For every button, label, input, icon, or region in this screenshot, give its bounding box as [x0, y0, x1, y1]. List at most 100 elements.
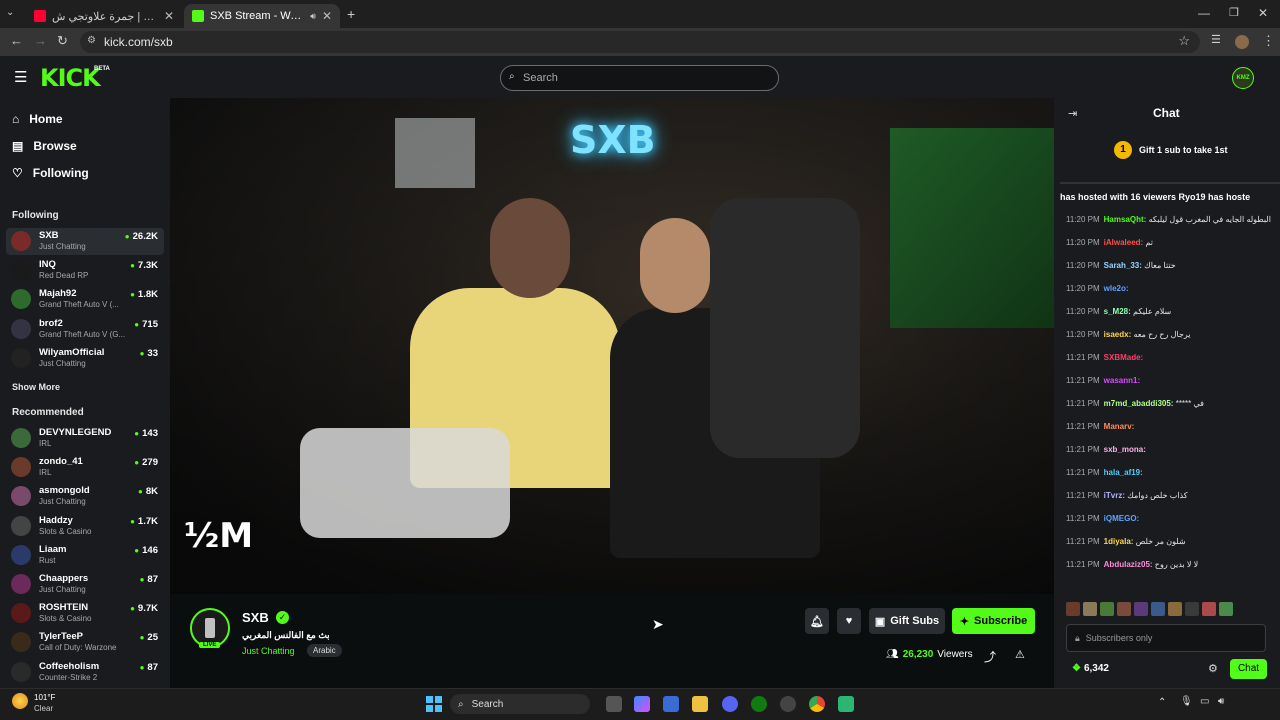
emote-icon[interactable] [1117, 602, 1131, 616]
chat-username[interactable]: Abdulaziz05: [1104, 560, 1153, 569]
chat-message[interactable]: 11:21 PM m7md_abaddi305: ***** في [1066, 399, 1271, 409]
chat-username[interactable]: iQMEGO: [1104, 514, 1140, 523]
chrome-icon[interactable] [809, 696, 825, 712]
emote-icon[interactable] [1219, 602, 1233, 616]
chat-username[interactable]: Sarah_33: [1104, 261, 1142, 270]
hamburger-menu-icon[interactable]: ☰ [14, 68, 27, 86]
emote-icon[interactable] [1202, 602, 1216, 616]
chat-message[interactable]: 11:21 PM hala_af19: [1066, 468, 1271, 478]
microphone-icon[interactable]: 🎙︎ [1180, 696, 1193, 707]
chat-username[interactable]: sxb_mona: [1104, 445, 1146, 454]
channel-tylerteep[interactable]: TylerTeePCall of Duty: Warzone 25 [6, 629, 164, 656]
nav-following[interactable]: ♡ Following [12, 166, 89, 180]
emote-icon[interactable] [1083, 602, 1097, 616]
channel-majah92[interactable]: Majah92Grand Theft Auto V (... 1.8K [6, 286, 164, 313]
chat-username[interactable]: iTvrz: [1104, 491, 1125, 500]
chat-send-button[interactable]: Chat [1230, 659, 1267, 679]
chat-message[interactable]: 11:21 PM wasann1: [1066, 376, 1271, 386]
search-input[interactable]: ⌕ Search [500, 65, 779, 91]
channel-chaappers[interactable]: ChaappersJust Chatting 87 [6, 571, 164, 598]
channel-haddzy[interactable]: HaddzySlots & Casino 1.7K [6, 513, 164, 540]
browser-tab-kick[interactable]: SXB Stream - Watch Live on Kick 🔊︎ ✕ [184, 4, 340, 28]
channel-brof2[interactable]: brof2Grand Theft Auto V (G... 715 [6, 316, 164, 343]
new-tab-button[interactable]: + [347, 6, 355, 22]
channel-inq[interactable]: INQRed Dead RP 7.3K [6, 257, 164, 284]
emote-icon[interactable] [1066, 602, 1080, 616]
gift-subs-button[interactable]: ▣ Gift Subs [869, 608, 945, 634]
store-icon[interactable] [663, 696, 679, 712]
bookmark-star-icon[interactable]: ☆ [1178, 33, 1190, 49]
chat-username[interactable]: wle2o: [1104, 284, 1129, 293]
nav-browse[interactable]: ▤ Browse [12, 139, 77, 153]
close-tab-icon[interactable]: ✕ [322, 9, 332, 23]
chat-message[interactable]: 11:20 PM Sarah_33: ختتا معاك [1066, 261, 1271, 271]
whatsapp-icon[interactable] [838, 696, 854, 712]
channel-liaam[interactable]: LiaamRust 146 [6, 542, 164, 569]
chat-username[interactable]: SXBMade: [1104, 353, 1144, 362]
emote-icon[interactable] [1185, 602, 1199, 616]
copilot-icon[interactable] [634, 696, 650, 712]
streamer-name[interactable]: SXB [242, 610, 269, 625]
chat-username[interactable]: iAlwaleed: [1104, 238, 1144, 247]
chat-message[interactable]: 11:20 PM iAlwaleed: تم [1066, 238, 1271, 248]
maximize-window-icon[interactable]: ❐ [1229, 6, 1239, 19]
weather-icon[interactable] [12, 693, 28, 709]
chat-message[interactable]: 11:20 PM HamsaQht: البطوله الجايه في المغ… [1066, 215, 1271, 225]
stream-category-link[interactable]: Just Chatting [242, 646, 295, 656]
collapse-chat-icon[interactable]: ⇥ [1068, 107, 1077, 120]
show-more-link[interactable]: Show More [12, 382, 60, 392]
emote-icon[interactable] [1100, 602, 1114, 616]
chat-message[interactable]: 11:21 PM 1diyala: شلون مر خلص [1066, 537, 1271, 547]
chat-username[interactable]: m7md_abaddi305: [1104, 399, 1174, 408]
tray-overflow-icon[interactable]: ⌃ [1158, 697, 1166, 708]
chat-username[interactable]: hala_af19: [1104, 468, 1143, 477]
channel-devynlegend[interactable]: DEVYNLEGENDIRL 143 [6, 425, 164, 452]
reload-icon[interactable]: ↻ [57, 33, 68, 49]
chat-message[interactable]: 11:21 PM SXBMade: [1066, 353, 1271, 363]
chat-message[interactable]: 11:20 PM s_M28: سلام عليكم [1066, 307, 1271, 317]
chat-message[interactable]: 11:21 PM Abdulaziz05: لا لا بدين روح [1066, 560, 1271, 570]
user-avatar[interactable]: KMZ [1232, 67, 1254, 89]
reading-list-icon[interactable]: ☰ [1211, 33, 1221, 46]
chat-message[interactable]: 11:21 PM sxb_mona: [1066, 445, 1271, 455]
taskbar-search[interactable]: ⌕ Search [450, 694, 590, 714]
chat-username[interactable]: Manarv: [1104, 422, 1135, 431]
gift-leaderboard-banner[interactable]: Gift 1 sub to take 1st [1139, 145, 1228, 155]
close-tab-icon[interactable]: ✕ [164, 9, 174, 23]
discord-icon[interactable] [722, 696, 738, 712]
channel-asmongold[interactable]: asmongoldJust Chatting 8K [6, 483, 164, 510]
language-tag[interactable]: Arabic [307, 644, 342, 657]
forward-icon[interactable]: → [34, 33, 47, 48]
chat-message[interactable]: 11:21 PM iQMEGO: [1066, 514, 1271, 524]
follow-button[interactable]: ♥ [837, 608, 861, 634]
address-bar[interactable]: ⚙ kick.com/sxb ☆ [80, 31, 1200, 53]
file-explorer-icon[interactable] [692, 696, 708, 712]
emote-icon[interactable] [1168, 602, 1182, 616]
notification-bell-button[interactable]: 🔔︎ [805, 608, 829, 634]
channel-zondo_41[interactable]: zondo_41IRL 279 [6, 454, 164, 481]
channel-wilyamofficial[interactable]: WilyamOfficialJust Chatting 33 [6, 345, 164, 372]
site-info-icon[interactable]: ⚙ [87, 35, 96, 46]
report-icon[interactable]: ⚠ [1015, 648, 1025, 661]
task-view-icon[interactable] [606, 696, 622, 712]
chat-username[interactable]: s_M28: [1104, 307, 1131, 316]
kick-logo[interactable]: KICK [40, 64, 101, 92]
chat-message[interactable]: 11:21 PM Manarv: [1066, 422, 1271, 432]
steam-icon[interactable] [780, 696, 796, 712]
channel-sxb[interactable]: SXBJust Chatting 26.2K [6, 228, 164, 255]
network-icon[interactable]: ▭ [1200, 696, 1209, 707]
chat-message[interactable]: 11:20 PM isaedx: يرجال رح رح معه [1066, 330, 1271, 340]
volume-icon[interactable]: 🔊︎ [1218, 696, 1224, 707]
chat-message[interactable]: 11:20 PM wle2o: [1066, 284, 1271, 294]
nav-home[interactable]: ⌂ Home [12, 112, 63, 126]
audio-playing-icon[interactable]: 🔊︎ [310, 11, 316, 22]
start-button[interactable] [426, 696, 442, 712]
close-window-icon[interactable]: ✕ [1258, 6, 1268, 20]
chat-username[interactable]: isaedx: [1104, 330, 1132, 339]
emote-icon[interactable] [1134, 602, 1148, 616]
tab-search-icon[interactable]: ⌄ [6, 7, 14, 18]
chat-settings-icon[interactable]: ⚙ [1208, 662, 1218, 675]
chat-username[interactable]: 1diyala: [1104, 537, 1134, 546]
chat-username[interactable]: wasann1: [1104, 376, 1140, 385]
xbox-icon[interactable] [751, 696, 767, 712]
